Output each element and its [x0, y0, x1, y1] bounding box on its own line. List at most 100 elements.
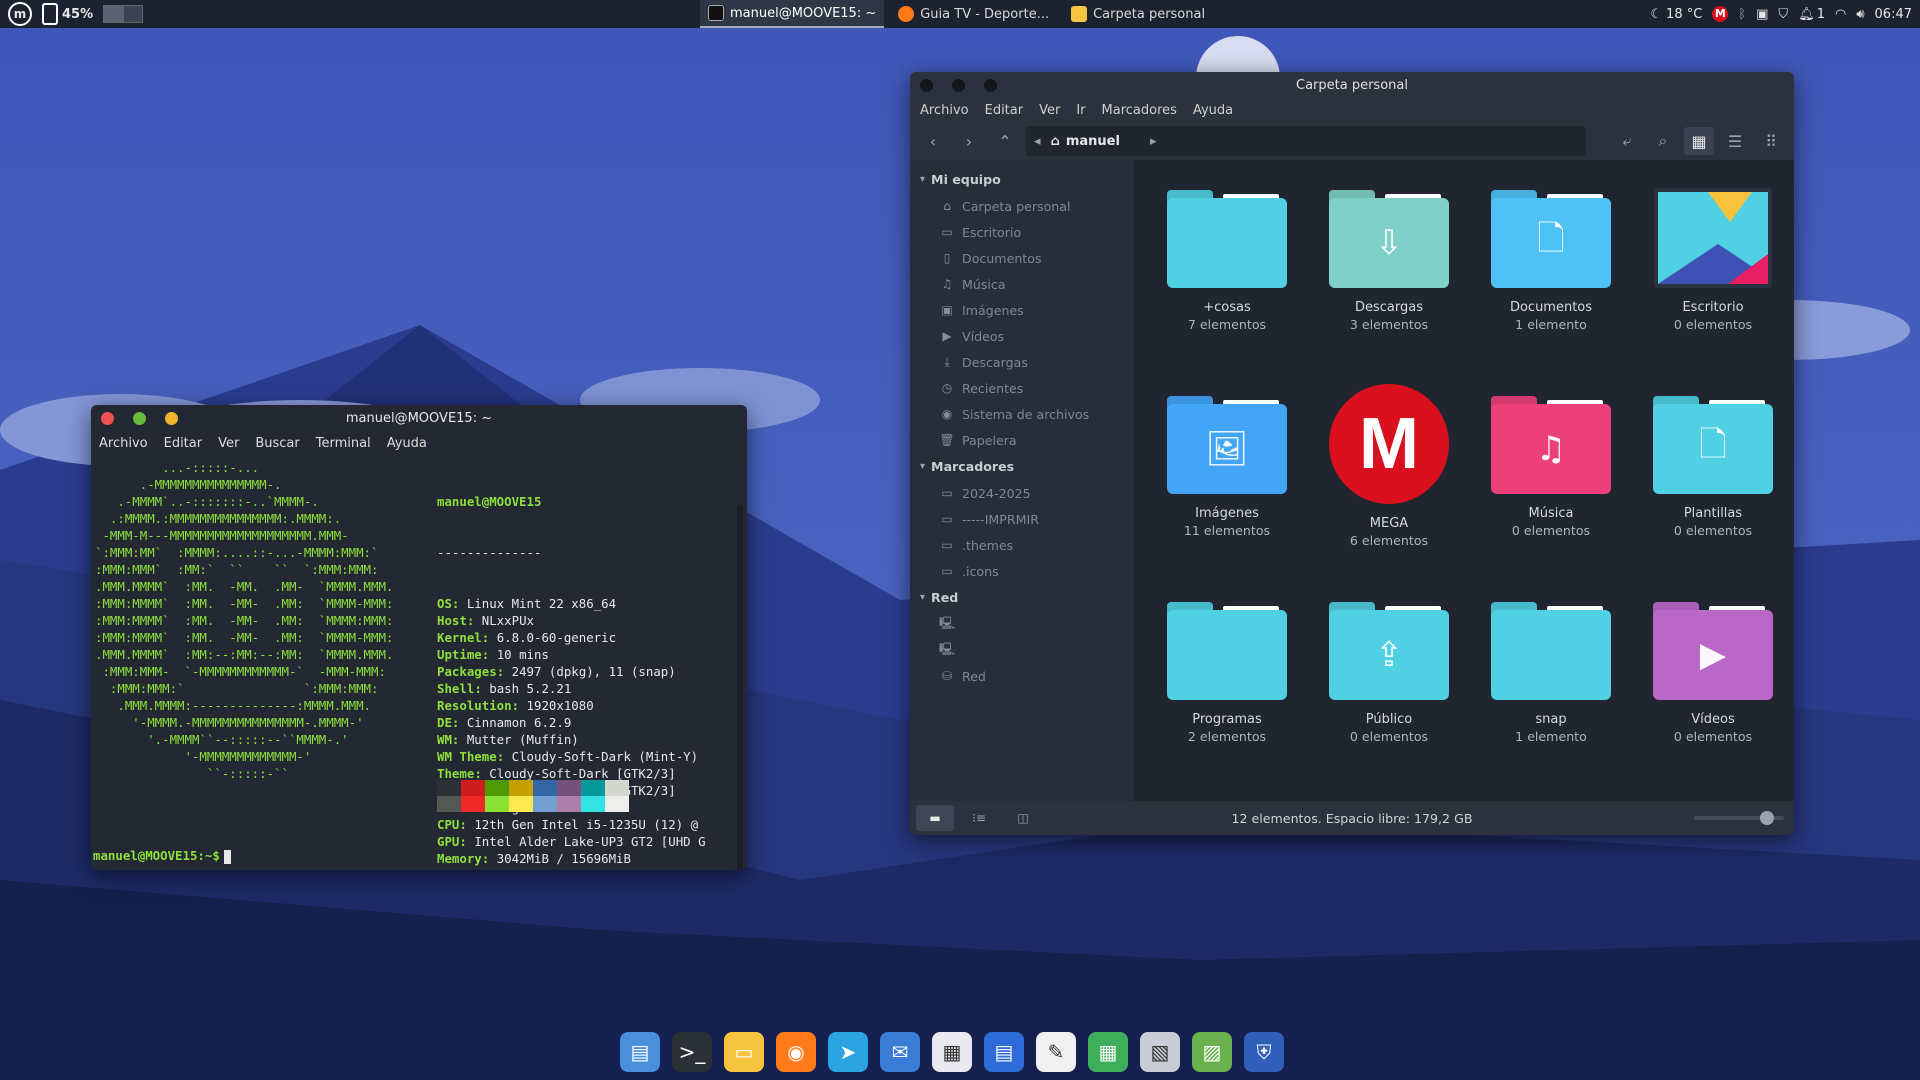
minimize-button[interactable]: [952, 78, 965, 92]
menu-item[interactable]: Archivo: [920, 103, 969, 118]
taskbar-item-terminal[interactable]: manuel@MOOVE15: ~: [700, 0, 885, 28]
terminal-icon[interactable]: >_: [672, 1032, 712, 1072]
sidebar-item[interactable]: ▭ .icons: [910, 558, 1134, 584]
path-bar[interactable]: ◂ ⌂ manuel ▸: [1026, 126, 1586, 156]
show-places-button[interactable]: ▬: [916, 805, 954, 831]
sidebar-item[interactable]: ⛁ Red: [910, 663, 1134, 689]
image-viewer-icon[interactable]: ▧: [1140, 1032, 1180, 1072]
sidebar-item[interactable]: ▭ Escritorio: [910, 219, 1134, 245]
sidebar-section-header[interactable]: ▾ Marcadores: [910, 453, 1134, 480]
sidebar-section-header[interactable]: ▾ Red: [910, 584, 1134, 611]
sidebar-item[interactable]: ◉ Sistema de archivos: [910, 401, 1134, 427]
search-icon[interactable]: ⌕: [1648, 127, 1678, 155]
file-item[interactable]: +cosas 7 elementos: [1146, 178, 1308, 384]
terminal-window[interactable]: manuel@MOOVE15: ~ Archivo Editar Ver Buscar…: [91, 405, 747, 870]
file-item[interactable]: ⇩ Descargas 3 elementos: [1308, 178, 1470, 384]
sidebar-item[interactable]: ◷ Recientes: [910, 375, 1134, 401]
list-view-button[interactable]: ☰: [1720, 127, 1750, 155]
menu-item[interactable]: Ayuda: [387, 436, 427, 451]
sidebar-item[interactable]: 🖳︎: [910, 611, 1134, 637]
taskbar-item-firefox[interactable]: Guia TV - Deporte...: [890, 0, 1057, 28]
writer-icon[interactable]: ▤: [984, 1032, 1024, 1072]
file-item[interactable]: snap 1 elemento: [1470, 590, 1632, 796]
taskbar-item-filemanager[interactable]: Carpeta personal: [1063, 0, 1213, 28]
mint-menu-icon[interactable]: m: [8, 2, 32, 26]
sidebar-item[interactable]: ⤓ Descargas: [910, 349, 1134, 375]
shell-prompt[interactable]: manuel@MOOVE15:~$: [93, 847, 231, 864]
wifi-icon[interactable]: ◠: [1835, 7, 1846, 22]
menu-item[interactable]: Buscar: [255, 436, 299, 451]
sidebar-item[interactable]: 🗑︎ Papelera: [910, 427, 1134, 453]
workspace-switcher[interactable]: [103, 5, 144, 23]
bitwarden-icon[interactable]: ⛨: [1244, 1032, 1284, 1072]
weather-icon[interactable]: ☾: [1650, 7, 1662, 22]
path-right-arrow[interactable]: ▸: [1150, 134, 1157, 149]
sidebar-item[interactable]: ⌂ Carpeta personal: [910, 193, 1134, 219]
file-manager-icon[interactable]: ▤: [620, 1032, 660, 1072]
calendar-icon[interactable]: ▦: [932, 1032, 972, 1072]
file-item[interactable]: Programas 2 elementos: [1146, 590, 1308, 796]
sidebar-item[interactable]: ▭ .themes: [910, 532, 1134, 558]
firefox-icon[interactable]: ◉: [776, 1032, 816, 1072]
file-manager-window[interactable]: Carpeta personal Archivo Editar Ver Ir Marca…: [910, 72, 1794, 835]
clipboard-icon[interactable]: ▣: [1756, 7, 1768, 22]
sidebar-item[interactable]: ▯ Documentos: [910, 245, 1134, 271]
zoom-slider-handle[interactable]: [1760, 811, 1774, 825]
battery-icon[interactable]: [42, 3, 58, 25]
clock[interactable]: 06:47: [1875, 7, 1912, 22]
mega-tray-icon[interactable]: M: [1712, 6, 1729, 22]
thunderbird-icon[interactable]: ✉: [880, 1032, 920, 1072]
text-editor-icon[interactable]: ✎: [1036, 1032, 1076, 1072]
shield-icon[interactable]: ⛉: [1778, 7, 1788, 22]
sidebar-item[interactable]: ▭ -----IMPRMIR: [910, 506, 1134, 532]
photo-icon[interactable]: ▨: [1192, 1032, 1232, 1072]
menu-item[interactable]: Ir: [1076, 103, 1085, 118]
file-item[interactable]: ♫ Música 0 elementos: [1470, 384, 1632, 590]
compact-view-button[interactable]: ⠿: [1756, 127, 1786, 155]
menu-item[interactable]: Ver: [218, 436, 239, 451]
zoom-slider[interactable]: [1694, 811, 1784, 825]
file-item[interactable]: ⇪ Público 0 elementos: [1308, 590, 1470, 796]
path-segment[interactable]: manuel: [1066, 134, 1120, 149]
forward-button[interactable]: ›: [954, 127, 984, 155]
volume-icon[interactable]: 🔊︎: [1856, 7, 1864, 22]
close-button[interactable]: [101, 411, 114, 425]
sidebar-item[interactable]: ▶ Vídeos: [910, 323, 1134, 349]
path-left-arrow[interactable]: ◂: [1034, 134, 1041, 149]
menu-item[interactable]: Editar: [164, 436, 203, 451]
close-button[interactable]: [920, 78, 933, 92]
sidebar-item[interactable]: ▭ 2024-2025: [910, 480, 1134, 506]
file-item[interactable]: ▶ Vídeos 0 elementos: [1632, 590, 1794, 796]
sidebar-item[interactable]: ♫ Música: [910, 271, 1134, 297]
file-manager-titlebar[interactable]: Carpeta personal: [910, 72, 1794, 98]
menu-item[interactable]: Terminal: [316, 436, 371, 451]
file-item[interactable]: Escritorio 0 elementos: [1632, 178, 1794, 384]
toggle-location-button[interactable]: ⤶: [1612, 127, 1642, 155]
terminal-scrollbar[interactable]: [737, 505, 743, 870]
terminal-output[interactable]: ...-:::::-... .-MMMMMMMMMMMMMMM-. .-MMMM…: [91, 455, 747, 870]
telegram-icon[interactable]: ➤: [828, 1032, 868, 1072]
file-item[interactable]: 🗋 Documentos 1 elemento: [1470, 178, 1632, 384]
minimize-button[interactable]: [165, 411, 178, 425]
spreadsheet-icon[interactable]: ▦: [1088, 1032, 1128, 1072]
maximize-button[interactable]: [133, 411, 146, 425]
menu-item[interactable]: Marcadores: [1102, 103, 1177, 118]
sidebar-item[interactable]: ▣ Imágenes: [910, 297, 1134, 323]
terminal-titlebar[interactable]: manuel@MOOVE15: ~: [91, 405, 747, 431]
menu-item[interactable]: Ver: [1039, 103, 1060, 118]
sidebar-section-header[interactable]: ▾ Mi equipo: [910, 166, 1134, 193]
hide-sidebar-button[interactable]: ◫: [1004, 805, 1042, 831]
back-button[interactable]: ‹: [918, 127, 948, 155]
icon-view-button[interactable]: ▦: [1684, 127, 1714, 155]
menu-item[interactable]: Editar: [985, 103, 1024, 118]
up-button[interactable]: ⌃: [990, 127, 1020, 155]
folder-icon[interactable]: ▭: [724, 1032, 764, 1072]
menu-item[interactable]: Archivo: [99, 436, 148, 451]
maximize-button[interactable]: [984, 78, 997, 92]
show-tree-button[interactable]: ⁝≡: [960, 805, 998, 831]
file-item[interactable]: 🖼 Imágenes 11 elementos: [1146, 384, 1308, 590]
file-item[interactable]: 🗋 Plantillas 0 elementos: [1632, 384, 1794, 590]
notifications-icon[interactable]: 🔔︎: [1798, 7, 1815, 22]
menu-item[interactable]: Ayuda: [1193, 103, 1233, 118]
sidebar-item[interactable]: 🖳︎: [910, 637, 1134, 663]
